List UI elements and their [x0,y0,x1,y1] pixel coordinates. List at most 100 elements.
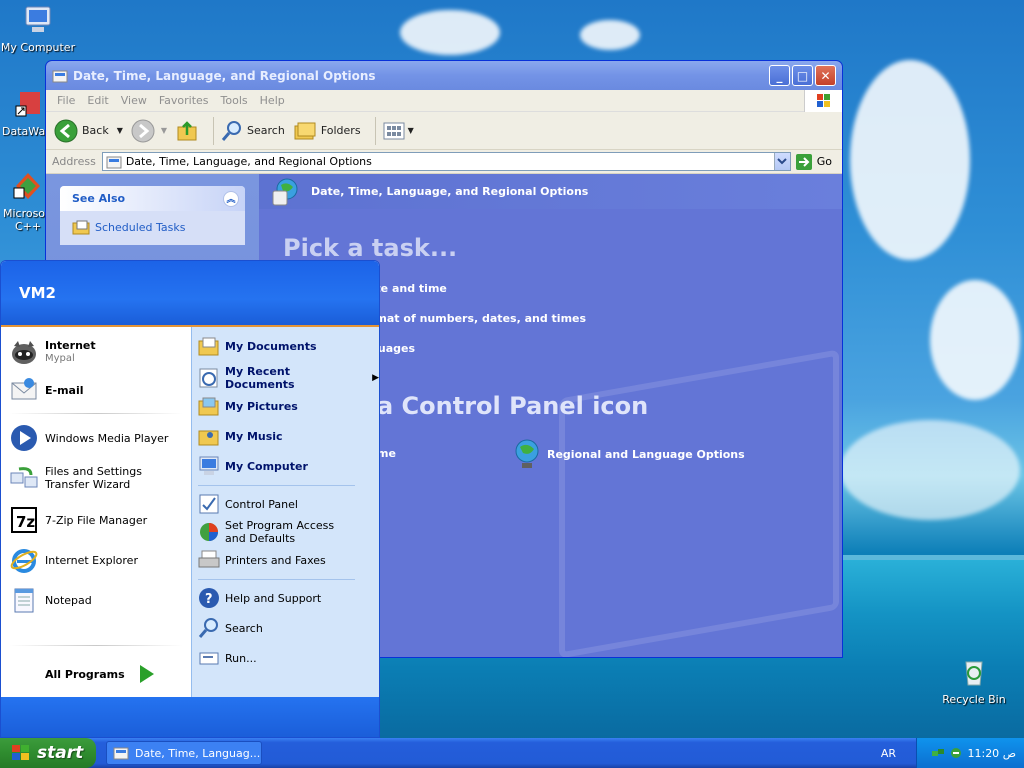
go-label: Go [816,155,832,168]
start-item-7zip[interactable]: 7z 7-Zip File Manager [9,505,147,535]
start-menu-right-separator [198,579,355,580]
start-item-printers-faxes[interactable]: Printers and Faxes [198,549,326,571]
start-item-help-support[interactable]: ? Help and Support [198,587,321,609]
see-also-title: See Also [72,192,126,205]
start-item-my-recent-documents[interactable]: My Recent Documents ▶ [198,365,379,391]
network-icon[interactable] [931,746,945,760]
my-pictures-folder-icon [198,397,219,416]
maximize-button[interactable]: □ [792,65,813,86]
control-panel-icon [106,156,122,168]
recycle-bin-icon [965,661,983,686]
start-menu-user: VM2 [1,261,379,327]
start-item-notepad[interactable]: Notepad [9,585,92,615]
start-menu-left-column: Internet Mypal E-mail Windows Media Play… [1,327,191,697]
clock[interactable]: 11:20 ص [967,747,1016,760]
back-arrow-icon [54,119,78,142]
start-item-internet[interactable]: Internet Mypal [9,337,96,367]
media-player-icon [11,425,37,451]
start-item-my-computer[interactable]: My Computer [198,455,308,477]
forward-dropdown-icon[interactable]: ▼ [161,126,167,135]
see-also-header[interactable]: See Also ︽ [60,186,245,211]
see-also-panel: See Also ︽ Scheduled Tasks [60,186,245,245]
desktop-icon-my-computer[interactable]: My Computer [0,4,78,54]
minimize-button[interactable]: _ [769,65,790,86]
views-button[interactable]: ▼ [382,120,414,142]
start-item-windows-media-player[interactable]: Windows Media Player [9,423,168,453]
safely-remove-icon[interactable] [949,746,963,760]
search-icon [221,120,242,141]
menu-tools[interactable]: Tools [221,94,248,107]
back-button[interactable]: Back ▼ [54,119,123,143]
start-menu-separator [9,645,183,646]
views-icon [383,122,405,139]
start-item-search[interactable]: Search [198,617,263,639]
address-input[interactable]: Date, Time, Language, and Regional Optio… [101,152,791,171]
run-label: Run... [225,651,257,665]
forward-button[interactable]: ▼ [131,119,167,143]
menu-help[interactable]: Help [260,94,285,107]
7zip-label: 7-Zip File Manager [45,513,148,527]
menu-favorites[interactable]: Favorites [159,94,209,107]
desktop-icon-label: Recycle Bin [942,693,1006,706]
desktop-icon-label: My Computer [0,41,76,54]
start-item-control-panel[interactable]: Control Panel [198,493,298,515]
start-item-my-documents[interactable]: My Documents [198,335,317,357]
taskbar-window-button[interactable]: Date, Time, Languag... [106,741,262,765]
my-music-folder-icon [198,430,219,446]
start-item-internet-explorer[interactable]: Internet Explorer [9,545,138,575]
scheduled-tasks-icon [72,220,90,235]
submenu-arrow-icon: ▶ [372,373,379,383]
set-program-access-label: Set Program Access and Defaults [225,519,335,545]
start-item-my-pictures[interactable]: My Pictures [198,395,298,417]
address-dropdown-button[interactable] [773,153,790,170]
collapse-chevron-icon[interactable]: ︽ [223,190,239,207]
task-link-number-format[interactable]: rmat of numbers, dates, and times [370,312,586,325]
recent-documents-icon [199,368,218,388]
my-computer-icon [199,456,219,475]
visual-cpp-icon [13,173,40,199]
program-access-icon [200,523,218,541]
start-item-set-program-access[interactable]: Set Program Access and Defaults [198,519,350,545]
search-icon [198,618,218,638]
desktop-icon-recycle-bin[interactable]: Recycle Bin [934,656,1014,706]
close-button[interactable]: ✕ [815,65,836,86]
my-music-label: My Music [225,429,283,443]
address-label: Address [52,155,96,168]
windows-flag-icon [12,745,29,760]
menu-view[interactable]: View [121,94,147,107]
help-support-label: Help and Support [225,591,322,605]
language-indicator[interactable]: AR [881,747,896,760]
folders-button[interactable]: Folders [293,119,361,143]
7zip-icon: 7z [11,507,37,533]
start-item-run[interactable]: Run... [198,647,257,669]
back-dropdown-icon[interactable]: ▼ [117,126,123,135]
pick-icon-heading: a Control Panel icon [377,392,649,420]
start-item-email[interactable]: E-mail [9,375,84,405]
my-computer-label: My Computer [225,459,308,473]
start-label: start [37,743,84,763]
window-titlebar[interactable]: Date, Time, Language, and Regional Optio… [46,61,842,90]
start-item-my-music[interactable]: My Music [198,425,283,447]
search-button[interactable]: Search [220,119,285,143]
start-button[interactable]: start [0,738,96,768]
cloud [580,20,640,50]
toolbar-separator [374,116,376,145]
windows-flag-icon [817,94,830,107]
address-value: Date, Time, Language, and Regional Optio… [125,155,372,168]
go-button[interactable]: Go [795,153,832,171]
see-also-link-scheduled-tasks[interactable]: Scheduled Tasks [60,211,245,245]
go-arrow-icon [795,153,812,170]
menu-edit[interactable]: Edit [87,94,108,107]
help-icon: ? [199,588,219,608]
category-header: Date, Time, Language, and Regional Optio… [259,174,842,209]
up-folder-button[interactable] [175,119,199,143]
media-player-label: Windows Media Player [45,431,169,445]
toolbar-separator [213,116,215,145]
shortcut-icon [15,92,40,117]
cp-icon-regional-language[interactable]: Regional and Language Options [513,438,745,470]
taskbar: start Date, Time, Languag... AR 11:20 ص [0,738,1024,768]
all-programs-button[interactable]: All Programs [45,663,157,685]
start-item-files-settings-transfer[interactable]: Files and Settings Transfer Wizard [9,463,180,493]
scheduled-tasks-label: Scheduled Tasks [95,220,186,234]
menu-file[interactable]: File [57,94,75,107]
